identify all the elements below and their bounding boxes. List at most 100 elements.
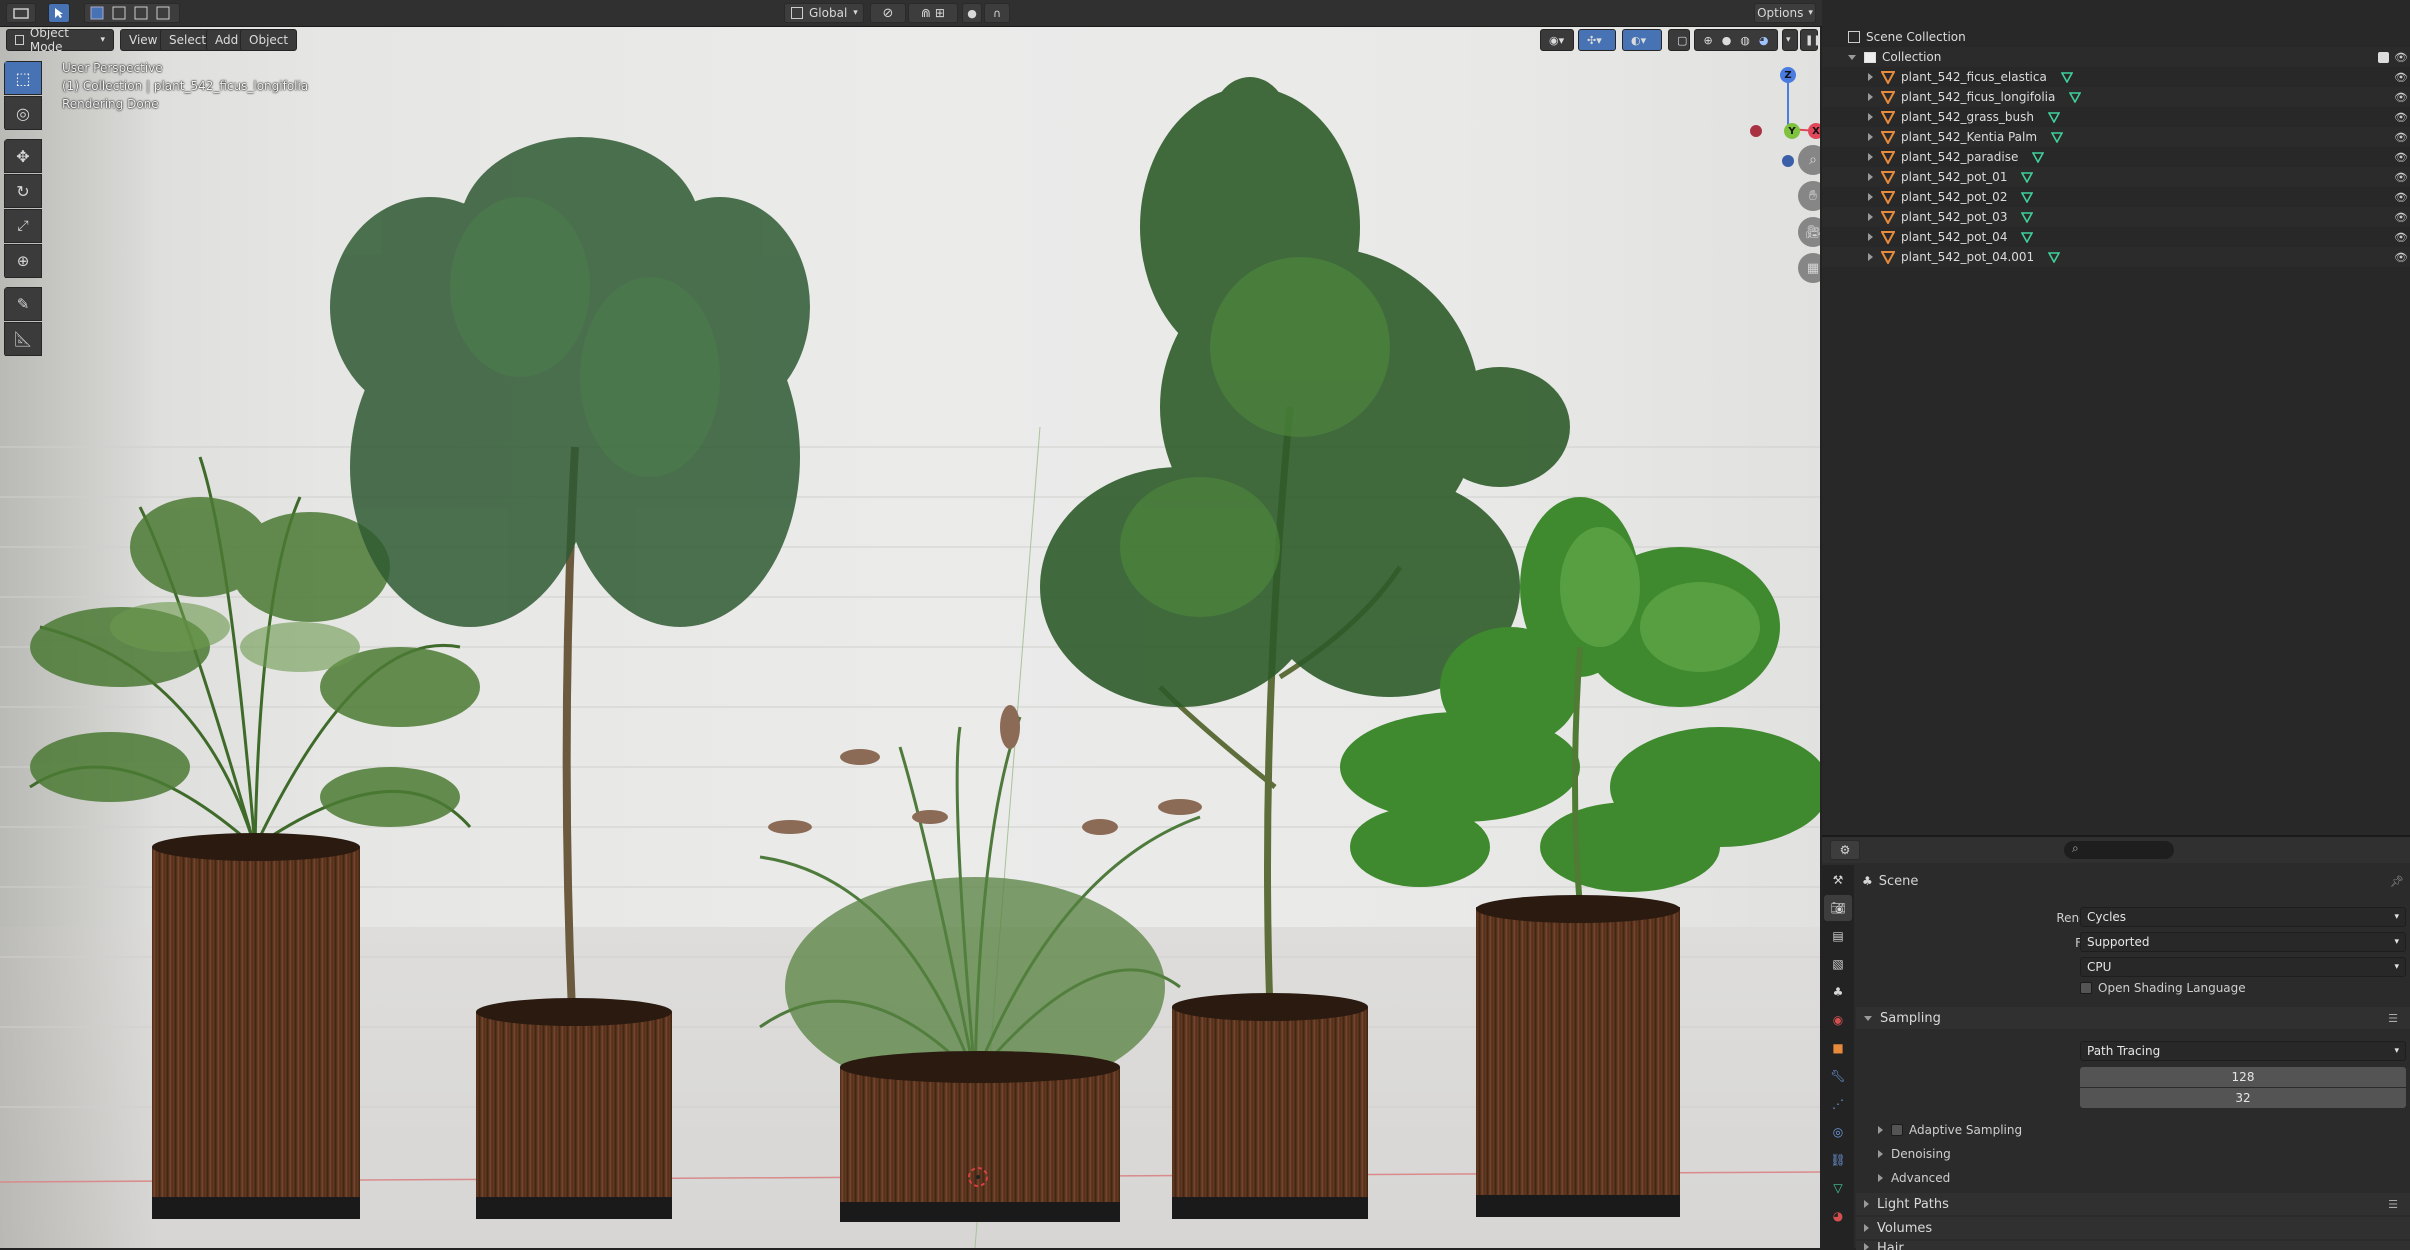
expand-icon[interactable] (1868, 73, 1873, 81)
tab-data[interactable]: ▽ (1824, 1175, 1852, 1201)
zoom-button[interactable]: ⌕ (1798, 145, 1820, 175)
outliner-object-row[interactable]: plant_542_pot_01 👁︎ (1822, 167, 2410, 187)
sampling-panel-header[interactable]: Sampling ☰ (1856, 1007, 2410, 1029)
gizmo-toggle[interactable]: ✣▾ (1578, 29, 1616, 51)
gizmo-neg-x[interactable] (1750, 125, 1762, 137)
gizmo-z-axis[interactable]: Z (1780, 67, 1796, 83)
mesh-data-icon[interactable] (2060, 71, 2073, 83)
gizmo-x-axis[interactable]: X (1808, 123, 1820, 139)
eye-icon[interactable]: 👁︎ (2394, 211, 2408, 224)
outliner-object-row[interactable]: plant_542_pot_02 👁︎ (1822, 187, 2410, 207)
eye-icon[interactable]: 👁︎ (2394, 51, 2408, 64)
osl-checkbox[interactable] (2080, 982, 2092, 994)
gizmo-neg-z[interactable] (1782, 155, 1794, 167)
expand-icon[interactable] (1868, 173, 1873, 181)
osl-checkbox-row[interactable]: Open Shading Language (2080, 981, 2246, 995)
adaptive-sampling-checkbox[interactable] (1891, 1124, 1903, 1136)
eye-icon[interactable]: 👁︎ (2394, 91, 2408, 104)
expand-icon[interactable] (1868, 113, 1873, 121)
pivot-dropdown[interactable]: ⊘ (870, 3, 906, 23)
tab-constraints[interactable]: ⛓︎ (1824, 1147, 1852, 1173)
eye-icon[interactable]: 👁︎ (2394, 131, 2408, 144)
scale-tool[interactable]: ⤢ (4, 209, 42, 243)
gizmo-y-axis[interactable]: Y (1784, 123, 1800, 139)
select-tool-button[interactable] (48, 3, 70, 23)
light-paths-panel-header[interactable]: Light Paths ☰ (1856, 1193, 2410, 1215)
options-dropdown[interactable]: Options ▾ (1754, 3, 1816, 23)
feature-set-dropdown[interactable]: Supported ▾ (2080, 932, 2406, 952)
snap-toggle[interactable]: ⋒ ⊞ (908, 3, 958, 23)
mesh-data-icon[interactable] (2048, 251, 2061, 263)
expand-icon[interactable] (1868, 193, 1873, 201)
visibility-dropdown[interactable]: ◉▾ (1540, 29, 1574, 51)
selection-mode-buttons[interactable] (84, 3, 180, 23)
eye-icon[interactable]: 👁︎ (2394, 191, 2408, 204)
eye-icon[interactable]: 👁︎ (2394, 171, 2408, 184)
pin-icon[interactable]: 📌︎ (2390, 875, 2404, 888)
eye-icon[interactable]: 👁︎ (2394, 231, 2408, 244)
expand-icon[interactable] (1868, 153, 1873, 161)
expand-icon[interactable] (1868, 133, 1873, 141)
outliner-object-row[interactable]: plant_542_paradise 👁︎ (1822, 147, 2410, 167)
render-engine-dropdown[interactable]: Cycles ▾ (2080, 907, 2406, 927)
list-icon[interactable]: ☰ (2388, 1012, 2398, 1025)
pan-button[interactable]: ✋︎ (1798, 181, 1820, 211)
tab-tool[interactable]: ⚒ (1824, 867, 1852, 893)
mesh-data-icon[interactable] (2051, 131, 2064, 143)
outliner-object-row[interactable]: plant_542_pot_04.001 👁︎ (1822, 247, 2410, 267)
outliner-object-row[interactable]: plant_542_grass_bush 👁︎ (1822, 107, 2410, 127)
expand-icon[interactable] (1868, 213, 1873, 221)
expand-icon[interactable] (1848, 54, 1856, 60)
volumes-panel-header[interactable]: Volumes (1856, 1217, 2410, 1239)
collection-row[interactable]: Collection 👁︎ (1822, 47, 2410, 67)
eye-icon[interactable]: 👁︎ (2394, 111, 2408, 124)
camera-view-button[interactable]: 🎥︎ (1798, 217, 1820, 247)
eye-icon[interactable]: 👁︎ (2394, 71, 2408, 84)
shading-mode-buttons[interactable]: ⊕ ● ◍ ◕ (1694, 29, 1778, 51)
scene-collection-row[interactable]: Scene Collection (1822, 27, 2410, 47)
mesh-data-icon[interactable] (2032, 151, 2045, 163)
tab-material[interactable]: ◕ (1824, 1203, 1852, 1229)
outliner-object-row[interactable]: plant_542_ficus_elastica 👁︎ (1822, 67, 2410, 87)
sidebar-toggle[interactable]: ❚❚ (1800, 29, 1820, 51)
expand-icon[interactable] (1868, 253, 1873, 261)
tab-physics[interactable]: ◎ (1824, 1119, 1852, 1145)
mesh-data-icon[interactable] (2069, 91, 2082, 103)
xray-toggle[interactable]: ▢ (1668, 29, 1690, 51)
outliner-object-row[interactable]: plant_542_pot_03 👁︎ (1822, 207, 2410, 227)
eye-icon[interactable]: 👁︎ (2394, 151, 2408, 164)
shading-options-dropdown[interactable]: ▾ (1782, 29, 1798, 51)
expand-icon[interactable] (1868, 93, 1873, 101)
eye-icon[interactable]: 👁︎ (2394, 251, 2408, 264)
outliner-object-row[interactable]: plant_542_Kentia Palm 👁︎ (1822, 127, 2410, 147)
rotate-tool[interactable]: ↻ (4, 174, 42, 208)
properties-search-input[interactable]: ⌕ (2064, 841, 2174, 859)
render-samples-field[interactable]: 128 (2080, 1067, 2406, 1087)
overlays-toggle[interactable]: ◐▾ (1622, 29, 1662, 51)
adaptive-sampling-subpanel[interactable]: Adaptive Sampling (1878, 1123, 2022, 1137)
viewport-samples-field[interactable]: 32 (2080, 1088, 2406, 1108)
outliner-object-row[interactable]: plant_542_ficus_longifolia 👁︎ (1822, 87, 2410, 107)
orientation-dropdown[interactable]: Global ▾ (784, 3, 864, 23)
mesh-data-icon[interactable] (2021, 231, 2034, 243)
denoising-subpanel[interactable]: Denoising (1878, 1147, 1951, 1161)
annotate-tool[interactable]: ✎ (4, 287, 42, 321)
outliner-object-row[interactable]: plant_542_pot_04 👁︎ (1822, 227, 2410, 247)
mesh-data-icon[interactable] (2021, 211, 2034, 223)
tab-world[interactable]: ◉ (1824, 1007, 1852, 1033)
cursor-tool[interactable]: ◎ (4, 96, 42, 130)
mesh-data-icon[interactable] (2048, 111, 2061, 123)
mesh-data-icon[interactable] (2021, 171, 2034, 183)
mode-dropdown[interactable]: Object Mode ▾ (6, 27, 114, 54)
tab-scene[interactable]: ♣ (1824, 979, 1852, 1005)
expand-icon[interactable] (1868, 233, 1873, 241)
transform-tool[interactable]: ⊕ (4, 244, 42, 278)
select-box-tool[interactable]: ⬚ (4, 61, 42, 95)
ortho-toggle-button[interactable]: ▦ (1798, 253, 1820, 283)
measure-tool[interactable]: 📐︎ (4, 322, 42, 356)
mesh-data-icon[interactable] (2021, 191, 2034, 203)
integrator-dropdown[interactable]: Path Tracing ▾ (2080, 1041, 2406, 1061)
advanced-subpanel[interactable]: Advanced (1878, 1171, 1950, 1185)
device-dropdown[interactable]: CPU ▾ (2080, 957, 2406, 977)
properties-editor-type-button[interactable]: ⚙ (1830, 840, 1860, 860)
